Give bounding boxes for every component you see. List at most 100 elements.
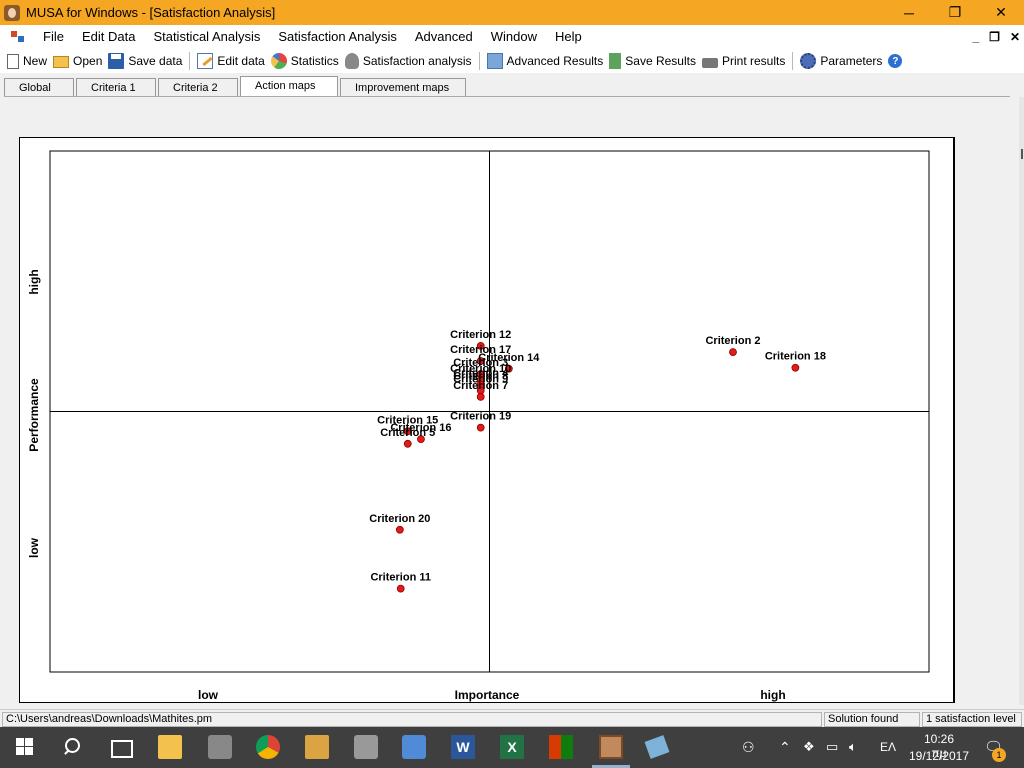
folder-icon <box>53 56 70 68</box>
tab-global[interactable]: Global <box>4 78 74 97</box>
calculator-icon <box>486 53 503 69</box>
tab-action-maps[interactable]: Action maps <box>240 76 338 97</box>
vertical-scrollbar[interactable] <box>1019 97 1024 705</box>
data-point-label: Criterion 7 <box>453 380 508 392</box>
action-map-chart: high Performance low low Importance high… <box>27 150 930 702</box>
menu-window[interactable]: Window <box>482 25 546 49</box>
language-indicator[interactable]: ΕΛ <box>880 740 896 754</box>
musa-app-icon[interactable] <box>599 735 623 759</box>
menu-file[interactable]: File <box>34 25 73 49</box>
network-icon[interactable]: ▭ <box>826 739 838 755</box>
install-app-icon[interactable] <box>305 735 329 759</box>
new-button[interactable]: New <box>4 50 50 72</box>
data-point <box>396 584 405 593</box>
data-point-label: Criterion 12 <box>450 329 511 341</box>
notification-count-badge: 1 <box>992 748 1006 762</box>
help-icon: ? <box>888 54 903 68</box>
restore-button[interactable]: ❐ <box>932 0 978 25</box>
open-button[interactable]: Open <box>50 50 105 72</box>
data-point <box>395 525 404 534</box>
excel-icon[interactable]: X <box>500 735 524 759</box>
menu-edit-data[interactable]: Edit Data <box>73 25 144 49</box>
y-low-label: low <box>27 537 41 558</box>
advanced-results-button[interactable]: Advanced Results <box>484 50 607 72</box>
mdi-minimize-button[interactable]: _ <box>972 30 979 44</box>
clock-date[interactable]: 19/12/2017 <box>906 749 972 763</box>
close-button[interactable]: ✕ <box>978 0 1024 25</box>
statistics-button[interactable]: Statistics <box>268 50 342 72</box>
y-high-label: high <box>27 269 41 294</box>
dropbox-icon[interactable]: ❖ <box>803 739 815 755</box>
save-data-button[interactable]: Save data <box>105 50 185 72</box>
save-results-label: Save Results <box>625 54 696 68</box>
edit-data-button[interactable]: Edit data <box>194 50 267 72</box>
data-point <box>476 423 485 432</box>
save-results-icon <box>609 53 622 69</box>
open-label: Open <box>73 54 103 68</box>
help-button[interactable]: ? <box>885 50 905 72</box>
printer-app-icon[interactable] <box>208 735 232 759</box>
scroll-marker[interactable] <box>1021 149 1023 159</box>
y-axis-label: Performance <box>27 378 41 452</box>
print-results-button[interactable]: Print results <box>699 50 788 72</box>
data-point <box>729 348 737 357</box>
status-bar: C:\Users\andreas\Downloads\Mathites.pm S… <box>0 709 1024 727</box>
printer-app-icon-2[interactable] <box>354 735 378 759</box>
gear-icon <box>800 53 817 69</box>
menu-help[interactable]: Help <box>546 25 591 49</box>
x-high-label: high <box>760 688 785 702</box>
search-icon[interactable] <box>60 735 84 759</box>
virtualbox-icon[interactable] <box>402 735 426 759</box>
satisfaction-analysis-button[interactable]: Satisfaction analysis <box>342 50 475 72</box>
task-view-icon[interactable] <box>108 735 133 759</box>
data-point-label: Criterion 11 <box>370 572 431 584</box>
mdi-close-button[interactable]: ✕ <box>1010 30 1020 44</box>
data-point-label: Criterion 19 <box>450 411 511 423</box>
tab-strip: Global Criteria 1 Criteria 2 Action maps… <box>4 76 468 97</box>
statistics-label: Statistics <box>290 54 339 68</box>
word-icon[interactable]: W <box>451 735 475 759</box>
edit-pencil-icon <box>197 53 214 69</box>
menu-statistical-analysis[interactable]: Statistical Analysis <box>144 25 269 49</box>
satisfaction-analysis-label: Satisfaction analysis <box>362 54 472 68</box>
status-solution: Solution found <box>824 712 920 727</box>
menu-advanced[interactable]: Advanced <box>406 25 482 49</box>
tab-criteria-2[interactable]: Criteria 2 <box>158 78 238 97</box>
app-icon <box>4 4 20 21</box>
printer-icon <box>701 57 718 68</box>
save-results-button[interactable]: Save Results <box>606 50 699 72</box>
toolbar-separator <box>189 52 191 70</box>
pie-chart-icon <box>270 53 287 69</box>
mdi-restore-button[interactable]: ❐ <box>989 30 1000 44</box>
tab-criteria-1[interactable]: Criteria 1 <box>76 78 156 97</box>
x-low-label: low <box>198 688 219 702</box>
print-results-label: Print results <box>721 54 786 68</box>
data-point <box>791 363 800 372</box>
status-satisfaction-level: 1 satisfaction level <box>922 712 1022 727</box>
x-axis-label: Importance <box>455 688 520 702</box>
status-file-path: C:\Users\andreas\Downloads\Mathites.pm <box>2 712 822 727</box>
data-point-label: Criterion 18 <box>765 351 826 363</box>
people-icon[interactable]: ⚇ <box>742 739 755 756</box>
chevron-up-icon[interactable]: ⌃ <box>779 739 791 756</box>
action-map-panel: high Performance low low Importance high… <box>19 137 955 703</box>
title-bar: MUSA for Windows - [Satisfaction Analysi… <box>0 0 1024 25</box>
toolbar-separator <box>478 52 480 70</box>
data-point-label: Criterion 20 <box>369 513 430 525</box>
toolbar-separator <box>792 52 794 70</box>
file-explorer-icon[interactable] <box>158 735 182 759</box>
data-point-label: Criterion 5 <box>380 427 435 439</box>
people-icon <box>344 53 359 69</box>
office-app-icon[interactable] <box>549 735 573 759</box>
parameters-button[interactable]: Parameters <box>797 50 885 72</box>
document-icon[interactable] <box>10 29 26 45</box>
windows-start-icon[interactable] <box>14 735 38 759</box>
menu-satisfaction-analysis[interactable]: Satisfaction Analysis <box>269 25 406 49</box>
volume-icon[interactable]: 🔈︎ <box>849 739 857 755</box>
parameters-label: Parameters <box>820 54 883 68</box>
tab-divider <box>4 96 1010 97</box>
chrome-icon[interactable] <box>256 735 280 759</box>
tab-improvement-maps[interactable]: Improvement maps <box>340 78 466 97</box>
window-title: MUSA for Windows - [Satisfaction Analysi… <box>26 5 276 20</box>
minimize-button[interactable]: ─ <box>886 0 932 25</box>
